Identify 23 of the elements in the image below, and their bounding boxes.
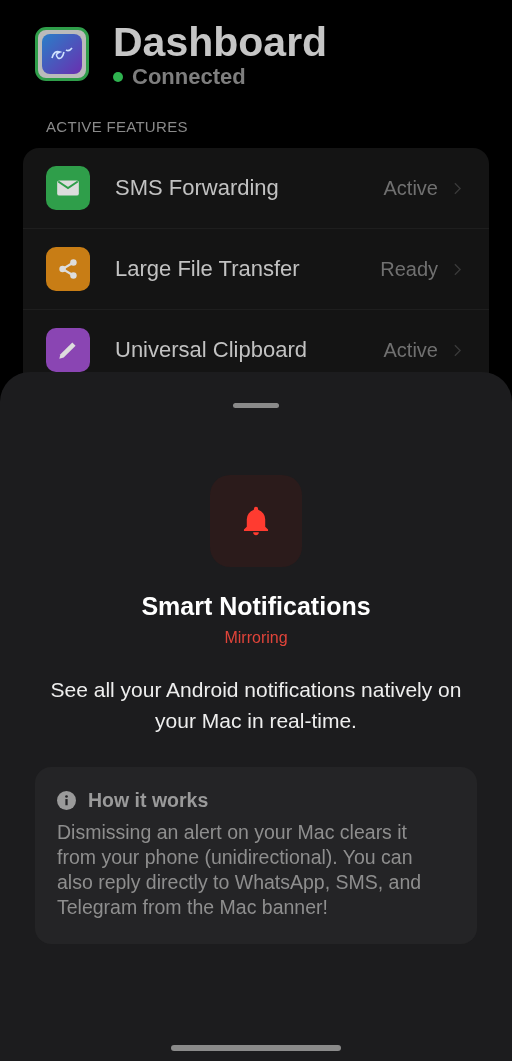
info-icon <box>57 791 76 810</box>
chevron-icon <box>454 181 461 195</box>
app-icon <box>35 27 89 81</box>
bell-icon <box>210 475 302 567</box>
feature-status: Ready <box>380 257 438 281</box>
sheet-title: Smart Notifications <box>141 592 371 621</box>
feature-name: SMS Forwarding <box>115 175 280 201</box>
section-title: ACTIVE FEATURES <box>46 118 189 135</box>
feature-state: Mirroring <box>224 629 288 647</box>
sheet-handle[interactable] <box>233 403 279 408</box>
page-title: Dashboard <box>113 18 328 66</box>
feature-row[interactable]: SMS Forwarding Active <box>23 148 489 228</box>
connection-status: Connected <box>132 64 246 90</box>
description: See all your Android notifications natively on your Mac in real-time. <box>49 677 463 734</box>
feature-name: Universal Clipboard <box>115 337 308 363</box>
info-text: Dismissing an alert on your Mac clears it from your phone (unidirectional). You can also reply directly to WhatsApp, SMS, and Telegram from the Mac banner! <box>57 820 423 920</box>
feature-status: Active <box>383 338 438 362</box>
feature-name: Large File Transfer <box>115 256 301 282</box>
chevron-icon <box>454 343 461 357</box>
feature-row[interactable]: Large File Transfer Ready <box>23 228 489 309</box>
feature-status: Active <box>383 176 438 200</box>
chevron-icon <box>454 262 461 276</box>
info-title: How it works <box>88 789 209 812</box>
